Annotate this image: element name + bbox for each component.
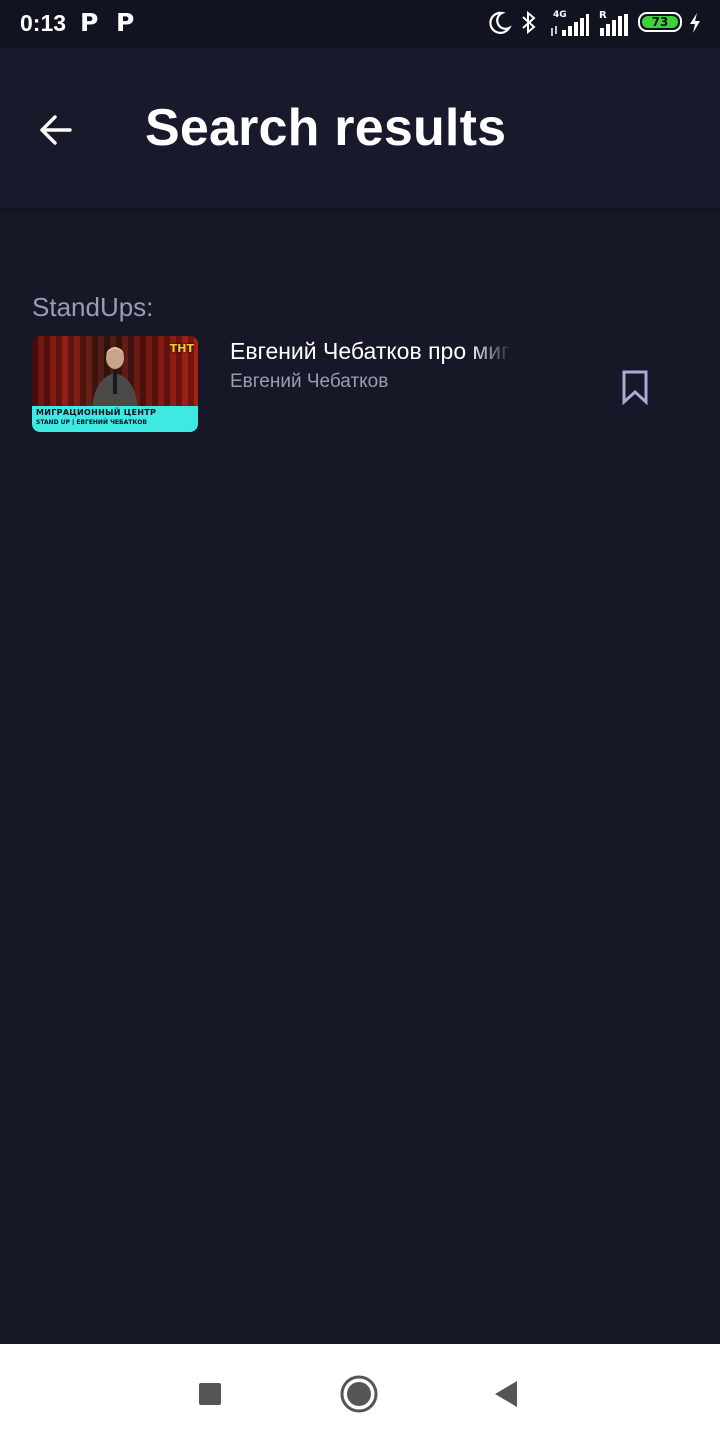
signal-roaming-icon <box>600 14 628 36</box>
signal-4g-icon <box>551 14 589 36</box>
result-title: Евгений Чебатков про миграционный центр <box>230 338 512 364</box>
back-triangle-icon <box>495 1381 517 1407</box>
home-circle-icon <box>340 1375 378 1413</box>
parking-p-icon: P <box>116 8 135 37</box>
status-bar: 0:13 P P 4G R 73 <box>0 0 720 48</box>
tnt-logo: ТНТ <box>169 342 194 355</box>
list-item[interactable]: ТНТ МИГРАЦИОННЫЙ ЦЕНТР STAND UP | ЕВГЕНИ… <box>0 330 720 440</box>
moon-icon <box>489 11 512 34</box>
system-nav-bar <box>0 1344 720 1440</box>
home-button[interactable] <box>337 1372 381 1416</box>
recents-square-icon <box>199 1383 221 1405</box>
status-icons: 4G R 73 <box>488 10 708 38</box>
back-button[interactable] <box>30 104 82 156</box>
bluetooth-icon <box>522 10 536 35</box>
arrow-left-icon <box>40 115 72 145</box>
thumbnail-subcaption: STAND UP | ЕВГЕНИЙ ЧЕБАТКОВ <box>36 419 147 426</box>
comedian-figure <box>92 347 138 410</box>
bookmark-icon <box>622 370 648 405</box>
app-bar: Search results <box>0 48 720 208</box>
charging-icon <box>690 13 700 33</box>
back-nav-button[interactable] <box>484 1372 528 1416</box>
battery-icon: 73 <box>638 12 682 32</box>
page-title: Search results <box>145 99 507 157</box>
section-label: StandUps: <box>32 292 154 322</box>
bookmark-button[interactable] <box>612 364 658 410</box>
result-subtitle: Евгений Чебатков <box>230 371 389 392</box>
recents-button[interactable] <box>188 1372 232 1416</box>
parking-p-icon: P <box>80 8 99 37</box>
battery-level: 73 <box>651 15 669 29</box>
status-time: 0:13 <box>20 10 67 36</box>
video-thumbnail[interactable]: ТНТ МИГРАЦИОННЫЙ ЦЕНТР STAND UP | ЕВГЕНИ… <box>32 336 198 432</box>
thumbnail-caption: МИГРАЦИОННЫЙ ЦЕНТР <box>36 408 157 417</box>
